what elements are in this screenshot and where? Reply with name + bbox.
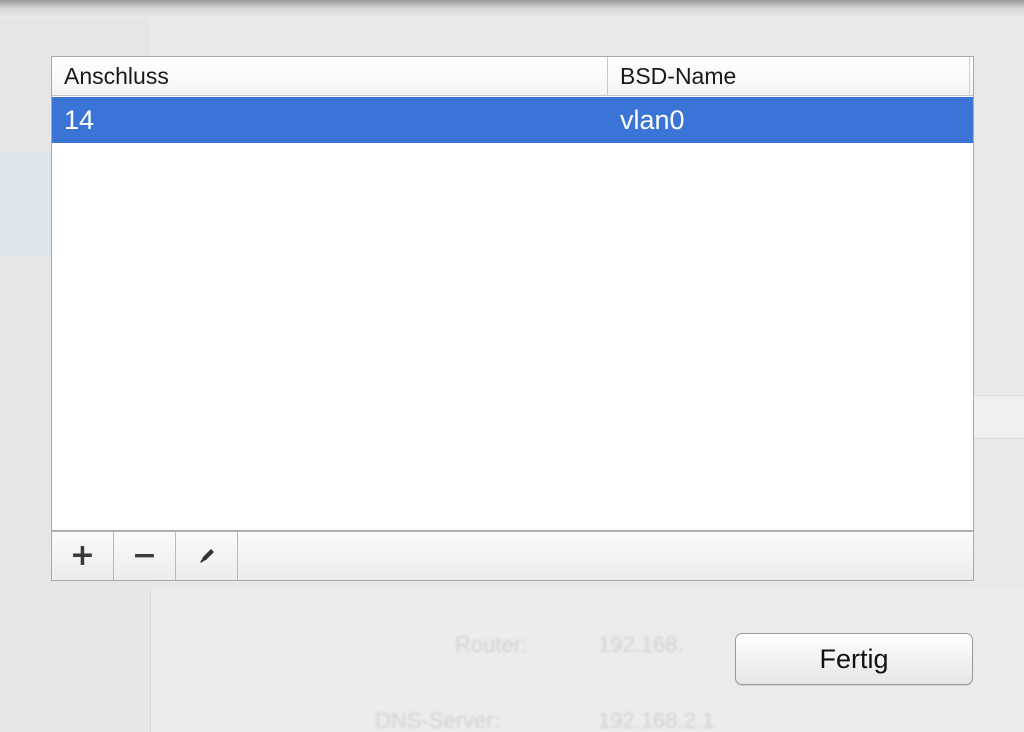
pencil-icon: [199, 549, 214, 563]
background-router-label: Router:: [455, 632, 528, 657]
table-button-bar: + −: [51, 531, 974, 581]
column-header-bsd-name[interactable]: BSD-Name: [608, 57, 970, 95]
remove-button[interactable]: −: [114, 532, 176, 580]
background-sidebar-selection: [0, 152, 52, 257]
edit-button[interactable]: [176, 532, 238, 580]
minus-icon: −: [131, 538, 158, 573]
column-header-anschluss[interactable]: Anschluss: [52, 57, 608, 95]
done-button[interactable]: Fertig: [735, 633, 973, 685]
table-row[interactable]: 14 vlan0: [52, 97, 973, 143]
plus-icon: +: [69, 538, 96, 573]
sheet-dialog: Router: 192.168. DNS-Server: 192.168.2.1…: [0, 0, 1024, 732]
background-divider: [150, 590, 151, 732]
background-dns-label: DNS-Server:: [375, 708, 500, 732]
add-button[interactable]: +: [52, 532, 114, 580]
vlan-table[interactable]: Anschluss BSD-Name 14 vlan0: [51, 56, 974, 531]
cell-bsd-name: vlan0: [620, 105, 685, 135]
background-field: [972, 395, 1024, 439]
table-header: Anschluss BSD-Name: [52, 57, 973, 96]
background-dns-value: 192.168.2.1: [598, 708, 715, 732]
sheet-shadow: [0, 0, 1024, 18]
cell-port: 14: [64, 105, 95, 135]
background-router-value: 192.168.: [598, 632, 684, 657]
